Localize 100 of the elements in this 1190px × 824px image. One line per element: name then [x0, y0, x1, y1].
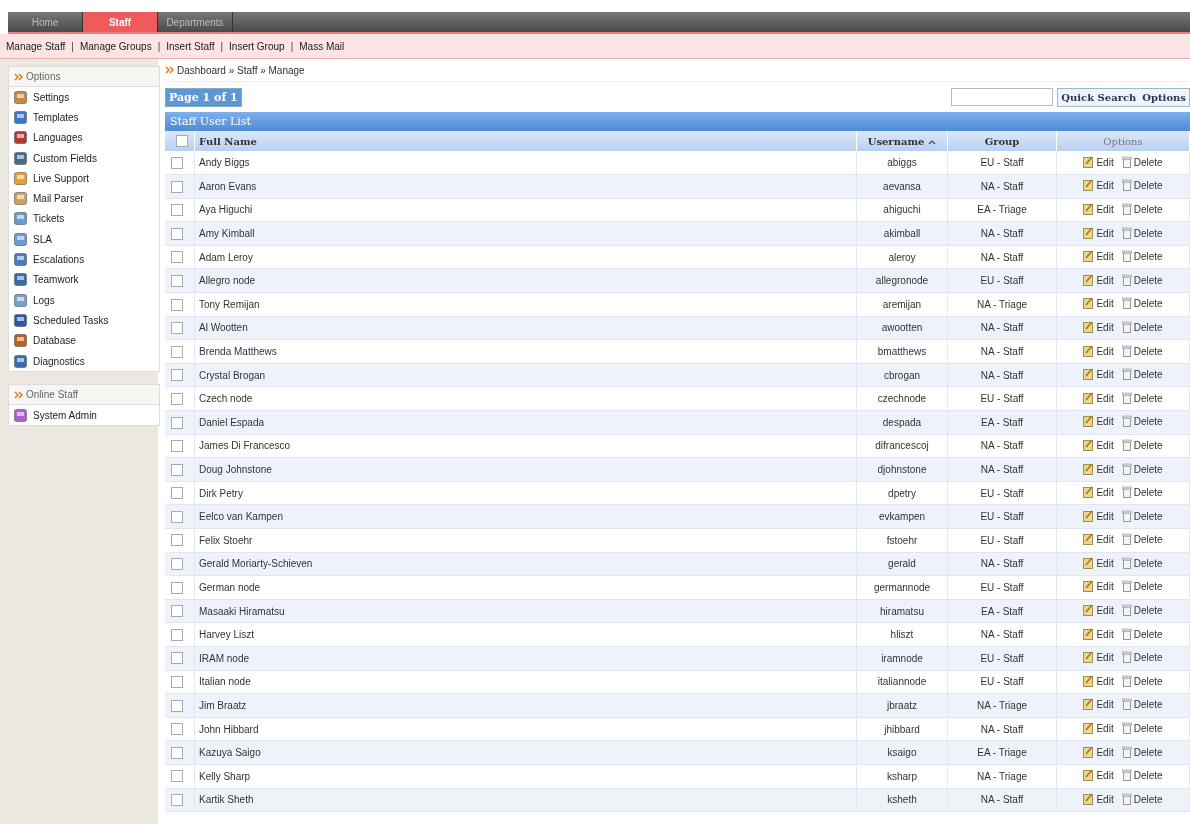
delete-link[interactable]: Delete	[1121, 155, 1163, 168]
row-checkbox[interactable]	[171, 204, 183, 217]
delete-link[interactable]: Delete	[1121, 533, 1163, 546]
row-checkbox[interactable]	[171, 770, 183, 783]
sidebar-item[interactable]: Templates	[9, 107, 159, 128]
row-checkbox[interactable]	[171, 156, 183, 169]
row-checkbox[interactable]	[171, 605, 183, 618]
delete-link[interactable]: Delete	[1121, 203, 1163, 215]
sidebar-item[interactable]: Database	[9, 330, 159, 351]
delete-link[interactable]: Delete	[1121, 580, 1163, 593]
sub-nav-link[interactable]: Insert Staff	[166, 40, 215, 52]
delete-link[interactable]: Delete	[1121, 179, 1163, 192]
sidebar-item[interactable]: Settings	[9, 87, 159, 108]
edit-link[interactable]: Edit	[1083, 722, 1114, 735]
sidebar-item[interactable]: Logs	[9, 289, 159, 311]
delete-link[interactable]: Delete	[1121, 674, 1163, 687]
edit-link[interactable]: Edit	[1083, 438, 1114, 451]
delete-link[interactable]: Delete	[1121, 604, 1163, 617]
row-checkbox[interactable]	[171, 487, 183, 500]
row-checkbox[interactable]	[171, 440, 183, 453]
edit-link[interactable]: Edit	[1083, 674, 1114, 687]
edit-link[interactable]: Edit	[1083, 533, 1114, 546]
delete-link[interactable]: Delete	[1121, 391, 1163, 404]
edit-link[interactable]: Edit	[1083, 203, 1114, 215]
edit-link[interactable]: Edit	[1083, 698, 1114, 711]
row-checkbox[interactable]	[171, 723, 183, 736]
sub-nav-link[interactable]: Insert Group	[229, 40, 285, 52]
edit-link[interactable]: Edit	[1083, 486, 1114, 499]
delete-link[interactable]: Delete	[1121, 722, 1163, 735]
row-checkbox[interactable]	[171, 322, 183, 335]
delete-link[interactable]: Delete	[1121, 273, 1163, 286]
row-checkbox[interactable]	[171, 534, 183, 547]
edit-link[interactable]: Edit	[1083, 556, 1114, 569]
edit-link[interactable]: Edit	[1083, 627, 1114, 640]
sidebar-item[interactable]: Escalations	[9, 249, 159, 270]
row-checkbox[interactable]	[171, 251, 183, 264]
quick-search-button[interactable]: Quick Search	[1058, 88, 1140, 106]
edit-link[interactable]: Edit	[1083, 509, 1114, 522]
sub-nav-link[interactable]: Manage Staff	[6, 40, 66, 52]
delete-link[interactable]: Delete	[1121, 344, 1163, 357]
sidebar-item[interactable]: Scheduled Tasks	[9, 310, 159, 331]
sidebar-item[interactable]: Languages	[9, 127, 159, 148]
edit-link[interactable]: Edit	[1083, 462, 1114, 475]
edit-link[interactable]: Edit	[1083, 580, 1114, 593]
select-all-checkbox[interactable]	[176, 135, 188, 148]
row-checkbox[interactable]	[171, 345, 183, 358]
edit-link[interactable]: Edit	[1083, 769, 1114, 782]
edit-link[interactable]: Edit	[1083, 226, 1114, 239]
edit-link[interactable]: Edit	[1083, 273, 1114, 286]
edit-link[interactable]: Edit	[1083, 415, 1114, 428]
edit-link[interactable]: Edit	[1083, 745, 1114, 758]
search-field[interactable]	[951, 88, 1054, 106]
sidebar-item[interactable]: Live Support	[9, 168, 159, 189]
delete-link[interactable]: Delete	[1121, 250, 1163, 263]
delete-link[interactable]: Delete	[1121, 509, 1163, 522]
sub-nav-link[interactable]: Mass Mail	[299, 40, 345, 52]
row-checkbox[interactable]	[171, 581, 183, 594]
row-checkbox[interactable]	[171, 558, 183, 571]
row-checkbox[interactable]	[171, 699, 183, 712]
delete-link[interactable]: Delete	[1121, 651, 1163, 664]
row-checkbox[interactable]	[171, 676, 183, 689]
edit-link[interactable]: Edit	[1083, 651, 1114, 664]
sidebar-item[interactable]: Mail Parser	[9, 188, 159, 209]
delete-link[interactable]: Delete	[1121, 627, 1163, 640]
sidebar-item[interactable]: Tickets	[9, 208, 159, 230]
delete-link[interactable]: Delete	[1121, 368, 1163, 381]
sidebar-item[interactable]: System Admin	[9, 405, 159, 426]
row-checkbox[interactable]	[171, 274, 183, 287]
row-checkbox[interactable]	[171, 369, 183, 382]
row-checkbox[interactable]	[171, 227, 183, 240]
row-checkbox[interactable]	[171, 416, 183, 429]
row-checkbox[interactable]	[171, 794, 183, 806]
edit-link[interactable]: Edit	[1083, 792, 1114, 805]
sidebar-item[interactable]: Diagnostics	[9, 350, 159, 372]
sidebar-item[interactable]: Teamwork	[9, 269, 159, 290]
delete-link[interactable]: Delete	[1121, 438, 1163, 451]
delete-link[interactable]: Delete	[1121, 556, 1163, 569]
edit-link[interactable]: Edit	[1083, 250, 1114, 263]
delete-link[interactable]: Delete	[1121, 297, 1163, 310]
edit-link[interactable]: Edit	[1083, 368, 1114, 381]
edit-link[interactable]: Edit	[1083, 344, 1114, 357]
sidebar-item[interactable]: SLA	[9, 229, 159, 250]
delete-link[interactable]: Delete	[1121, 792, 1163, 805]
row-checkbox[interactable]	[171, 510, 183, 523]
row-checkbox[interactable]	[171, 180, 183, 193]
delete-link[interactable]: Delete	[1121, 769, 1163, 782]
delete-link[interactable]: Delete	[1121, 226, 1163, 239]
edit-link[interactable]: Edit	[1083, 179, 1114, 192]
options-button[interactable]: Options	[1139, 88, 1189, 106]
sub-nav-link[interactable]: Manage Groups	[79, 40, 152, 52]
delete-link[interactable]: Delete	[1121, 698, 1163, 711]
sidebar-item[interactable]: Custom Fields	[9, 147, 159, 169]
row-checkbox[interactable]	[171, 628, 183, 641]
delete-link[interactable]: Delete	[1121, 486, 1163, 499]
delete-link[interactable]: Delete	[1121, 415, 1163, 428]
row-checkbox[interactable]	[171, 652, 183, 665]
delete-link[interactable]: Delete	[1121, 745, 1163, 758]
delete-link[interactable]: Delete	[1121, 320, 1163, 333]
row-checkbox[interactable]	[171, 746, 183, 759]
edit-link[interactable]: Edit	[1083, 391, 1114, 404]
